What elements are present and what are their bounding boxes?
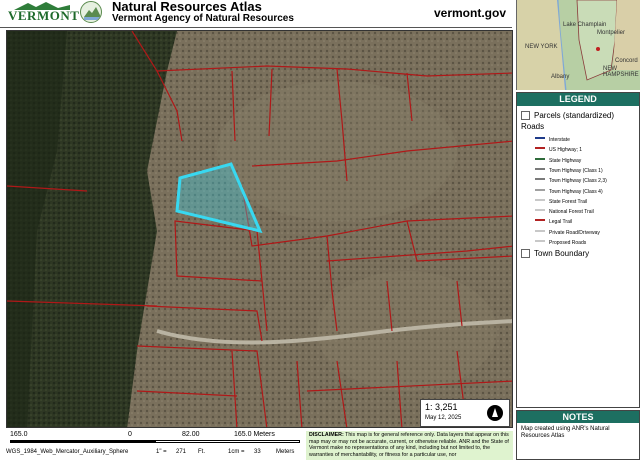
road-line-icon (535, 229, 545, 232)
legend-road-item: State Forest Trail (535, 198, 588, 206)
inset-label: Albany (551, 74, 570, 80)
cm-unit: Meters (276, 449, 295, 455)
disclaimer-title: DISCLAIMER: (309, 432, 344, 438)
parcel-swatch-icon (521, 111, 530, 120)
locator-map[interactable]: NEW YORK Lake Champlain Montpelier Conco… (516, 0, 640, 90)
road-line-icon (535, 219, 545, 222)
scale-left: 165.0 (10, 431, 28, 438)
road-line-icon (535, 157, 545, 160)
header: VERMONT Natural Resources Atlas Vermont … (0, 0, 512, 28)
page-subtitle: Vermont Agency of Natural Resources (112, 13, 294, 24)
north-arrow-icon (487, 405, 503, 421)
cm-value: 33 (254, 449, 261, 455)
scale-mid: 82.00 (182, 431, 200, 438)
legend-road-item: Town Highway (Class 1) (535, 167, 603, 175)
inset-label: NEW YORK (525, 44, 558, 50)
road-line-icon (535, 209, 545, 212)
road-line-icon (535, 167, 545, 170)
inch-unit: Ft. (198, 449, 205, 455)
scale-bar-segment (155, 440, 300, 443)
map-date: May 12, 2025 (425, 415, 462, 421)
scale-zero: 0 (128, 431, 132, 438)
legend-road-label: Town Highway (Class 2,3) (549, 178, 607, 185)
inset-label: NEW HAMPSHIRE (603, 66, 639, 78)
legend-roads: Roads (521, 122, 545, 131)
legend-town-boundary: Town Boundary (521, 249, 589, 258)
page-title: Natural Resources Atlas (112, 0, 262, 14)
legend-road-label: Town Highway (Class 4) (549, 188, 603, 195)
legend-road-label: National Forest Trail (549, 209, 594, 216)
legend-panel: LEGEND Parcels (standardized) Roads Inte… (516, 92, 640, 408)
legend-road-item: Private Road/Driveway (535, 229, 600, 237)
town-boundary-swatch-icon (521, 249, 530, 258)
scale-box: 1: 3,251 May 12, 2025 (420, 399, 510, 427)
legend-road-label: Legal Trail (549, 219, 573, 226)
road-line-icon (535, 178, 545, 181)
notes-panel: NOTES Map created using ANR's Natural Re… (516, 410, 640, 460)
site-link[interactable]: vermont.gov (434, 6, 506, 20)
inset-label: Montpelier (597, 30, 626, 36)
legend-road-label: State Highway (549, 157, 582, 164)
legend-parcels-label: Parcels (standardized) (534, 111, 615, 120)
legend-parcels: Parcels (standardized) (521, 111, 614, 120)
road-line-icon (535, 137, 545, 139)
road-line-icon (535, 198, 545, 201)
legend-road-item: Legal Trail (535, 219, 572, 226)
legend-road-item: Town Highway (Class 4) (535, 188, 603, 196)
projection: WGS_1984_Web_Mercator_Auxiliary_Sphere (6, 449, 129, 455)
legend-heading: LEGEND (517, 93, 639, 106)
legend-road-item: National Forest Trail (535, 209, 594, 216)
scale-bar: 165.0 0 82.00 165.0 Meters WGS_1984_Web_… (6, 431, 306, 460)
road-line-icon (535, 147, 545, 150)
inch-value: 271 (176, 449, 187, 455)
legend-road-item: Town Highway (Class 2,3) (535, 178, 607, 185)
legend-road-label: Proposed Roads (549, 240, 587, 246)
agency-seal-icon (80, 1, 102, 23)
aerial-map[interactable]: 1: 3,251 May 12, 2025 (6, 30, 513, 428)
legend-road-item: Interstate (535, 137, 570, 144)
road-line-icon (535, 188, 545, 191)
legend-road-item: US Highway; 1 (535, 147, 582, 154)
legend-road-label: State Forest Trail (549, 198, 588, 205)
inset-label: Concord (615, 58, 638, 64)
logo-text: VERMONT (8, 8, 80, 23)
notes-heading: NOTES (517, 411, 639, 423)
disclaimer: DISCLAIMER: This map is for general refe… (306, 431, 513, 460)
legend-road-label: US Highway; 1 (549, 147, 583, 154)
notes-text: Map created using ANR's Natural Resource… (521, 426, 610, 439)
road-line-icon (535, 240, 545, 242)
footer: 165.0 0 82.00 165.0 Meters WGS_1984_Web_… (6, 431, 513, 460)
legend-town-boundary-label: Town Boundary (534, 249, 590, 258)
inch-label: 1" = (156, 449, 167, 455)
legend-road-label: Interstate (549, 137, 570, 143)
legend-road-label: Private Road/Driveway (549, 229, 600, 236)
map-canvas (7, 31, 512, 427)
inset-label: Lake Champlain (563, 22, 607, 28)
scale-right: 165.0 Meters (234, 431, 275, 438)
legend-road-label: Town Highway (Class 1) (549, 167, 603, 174)
legend-road-item: Proposed Roads (535, 240, 586, 247)
scale-ratio: 1: 3,251 (425, 402, 458, 412)
cm-label: 1cm = (228, 449, 245, 455)
vermont-logo[interactable]: VERMONT (6, 2, 80, 24)
legend-road-item: State Highway (535, 157, 582, 165)
